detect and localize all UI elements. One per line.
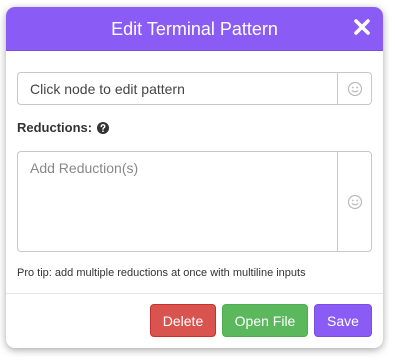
question-circle-icon[interactable] <box>97 121 110 134</box>
close-icon[interactable] <box>351 16 373 38</box>
modal-header: Edit Terminal Pattern <box>6 7 383 51</box>
pattern-input[interactable] <box>18 73 338 104</box>
pattern-emoji-button[interactable] <box>337 73 371 104</box>
pattern-input-group <box>17 72 372 105</box>
smiley-icon <box>347 194 362 209</box>
delete-button[interactable]: Delete <box>150 304 216 337</box>
pro-tip-text: Pro tip: add multiple reductions at once… <box>17 267 306 279</box>
open-file-button[interactable]: Open File <box>222 304 308 337</box>
reductions-input-group <box>17 151 372 252</box>
reductions-label-text: Reductions: <box>17 120 93 135</box>
reductions-emoji-button[interactable] <box>337 152 371 251</box>
save-button[interactable]: Save <box>314 304 372 337</box>
reductions-label: Reductions: <box>17 120 110 135</box>
smiley-icon <box>347 81 362 96</box>
reductions-textarea[interactable] <box>18 152 338 251</box>
edit-terminal-pattern-modal: Edit Terminal Pattern Reductions: <box>6 7 383 348</box>
modal-title: Edit Terminal Pattern <box>111 19 278 39</box>
footer-divider <box>6 293 383 294</box>
